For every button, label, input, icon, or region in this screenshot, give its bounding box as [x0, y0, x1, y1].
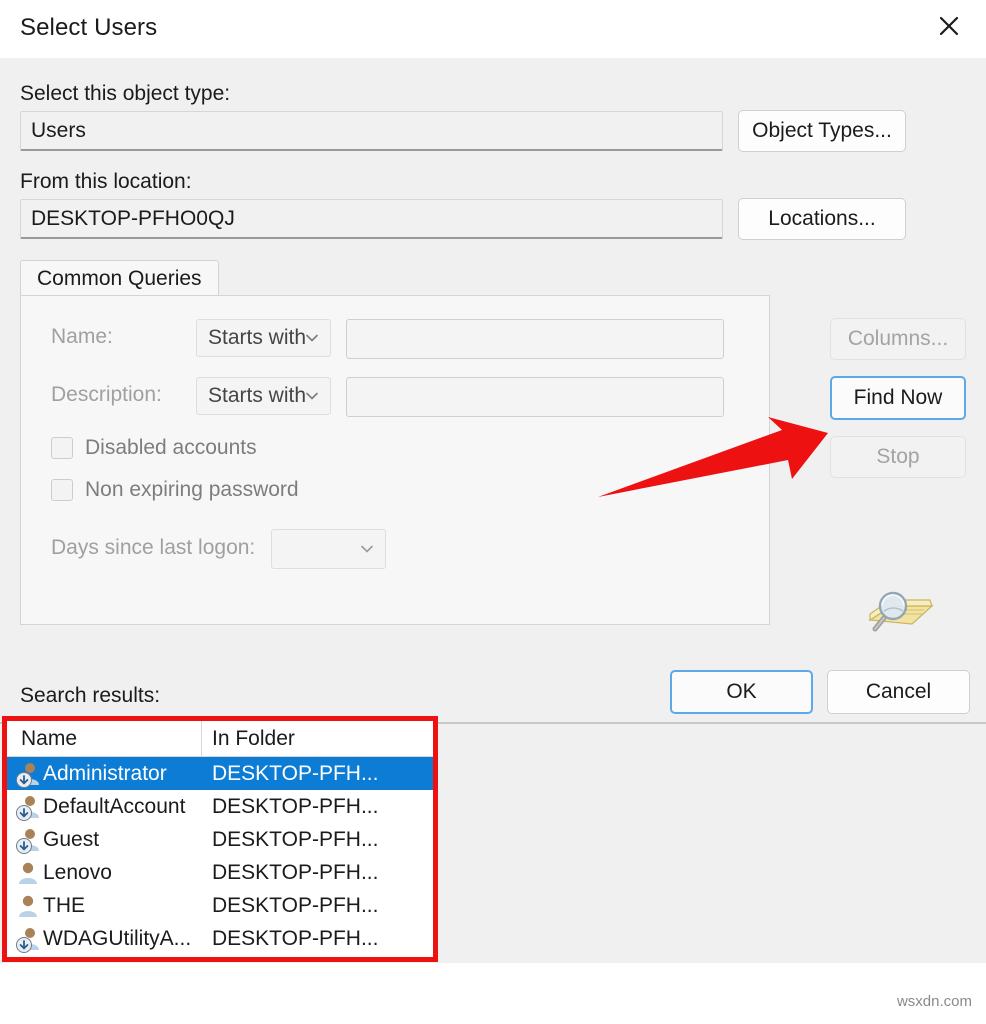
search-results-label: Search results:	[20, 684, 161, 707]
row-name: Administrator	[43, 762, 167, 785]
user-disabled-icon	[15, 925, 43, 953]
row-folder: DESKTOP-PFH...	[212, 795, 379, 818]
days-since-logon-label: Days since last logon:	[51, 536, 256, 559]
object-type-field[interactable]: Users	[20, 111, 723, 151]
user-disabled-icon	[15, 760, 43, 788]
user-disabled-icon	[15, 826, 43, 854]
locations-button[interactable]: Locations...	[738, 198, 906, 240]
disabled-accounts-checkbox[interactable]: Disabled accounts	[51, 436, 257, 460]
user-icon	[15, 892, 43, 920]
row-folder: DESKTOP-PFH...	[212, 861, 379, 884]
location-field[interactable]: DESKTOP-PFHO0QJ	[20, 199, 723, 239]
ok-button[interactable]: OK	[670, 670, 813, 714]
description-label: Description:	[51, 383, 162, 406]
stop-button[interactable]: Stop	[830, 436, 966, 478]
title-bar: Select Users	[0, 0, 986, 58]
row-name: THE	[43, 894, 85, 917]
disabled-accounts-label: Disabled accounts	[85, 436, 257, 459]
cancel-button[interactable]: Cancel	[827, 670, 970, 714]
row-name: DefaultAccount	[43, 795, 186, 818]
non-expiring-password-label: Non expiring password	[85, 478, 299, 501]
column-header-name[interactable]: Name	[21, 727, 77, 751]
description-condition-value: Starts with	[208, 384, 307, 407]
results-highlight-box: Name In Folder Administrator DESKTOP-PFH…	[2, 716, 438, 962]
row-folder: DESKTOP-PFH...	[212, 828, 379, 851]
table-row[interactable]: Lenovo DESKTOP-PFH...	[7, 856, 433, 889]
row-name: Lenovo	[43, 861, 112, 884]
column-divider	[201, 721, 202, 757]
name-condition-dropdown[interactable]: Starts with	[196, 319, 331, 357]
magnifier-folder-icon	[862, 580, 938, 642]
table-row[interactable]: DefaultAccount DESKTOP-PFH...	[7, 790, 433, 823]
select-users-dialog: Select Users Select this object type: Us…	[0, 0, 986, 1024]
row-folder: DESKTOP-PFH...	[212, 927, 379, 950]
page-title: Select Users	[20, 14, 158, 41]
location-label: From this location:	[20, 170, 192, 193]
days-since-logon-dropdown[interactable]	[271, 529, 386, 569]
description-input[interactable]	[346, 377, 724, 417]
object-type-label: Select this object type:	[20, 82, 231, 105]
name-input[interactable]	[346, 319, 724, 359]
watermark: wsxdn.com	[896, 993, 972, 1010]
description-condition-dropdown[interactable]: Starts with	[196, 377, 331, 415]
user-icon	[15, 859, 43, 887]
table-row[interactable]: WDAGUtilityA... DESKTOP-PFH...	[7, 922, 433, 955]
row-name: Guest	[43, 828, 100, 851]
table-row[interactable]: Guest DESKTOP-PFH...	[7, 823, 433, 856]
search-results-list[interactable]: Name In Folder Administrator DESKTOP-PFH…	[7, 721, 433, 957]
checkbox-box	[51, 437, 73, 459]
tab-common-queries[interactable]: Common Queries	[20, 260, 219, 296]
tab-strip: Common Queries	[20, 260, 770, 296]
non-expiring-password-checkbox[interactable]: Non expiring password	[51, 478, 299, 502]
table-row[interactable]: Administrator DESKTOP-PFH...	[7, 757, 433, 790]
checkbox-box	[51, 479, 73, 501]
row-name: WDAGUtilityA...	[43, 927, 192, 950]
columns-button[interactable]: Columns...	[830, 318, 966, 360]
row-folder: DESKTOP-PFH...	[212, 894, 379, 917]
common-queries-panel: Name: Starts with Description: Starts wi…	[20, 295, 770, 625]
name-condition-value: Starts with	[208, 326, 307, 349]
chevron-down-icon	[361, 545, 373, 553]
chevron-down-icon	[306, 334, 318, 342]
column-header-in-folder[interactable]: In Folder	[212, 727, 295, 751]
find-now-button[interactable]: Find Now	[830, 376, 966, 420]
user-disabled-icon	[15, 793, 43, 821]
table-row[interactable]: THE DESKTOP-PFH...	[7, 889, 433, 922]
list-header: Name In Folder	[7, 721, 433, 757]
name-label: Name:	[51, 325, 113, 348]
chevron-down-icon	[306, 392, 318, 400]
close-icon[interactable]	[918, 0, 980, 52]
row-folder: DESKTOP-PFH...	[212, 762, 379, 785]
object-types-button[interactable]: Object Types...	[738, 110, 906, 152]
